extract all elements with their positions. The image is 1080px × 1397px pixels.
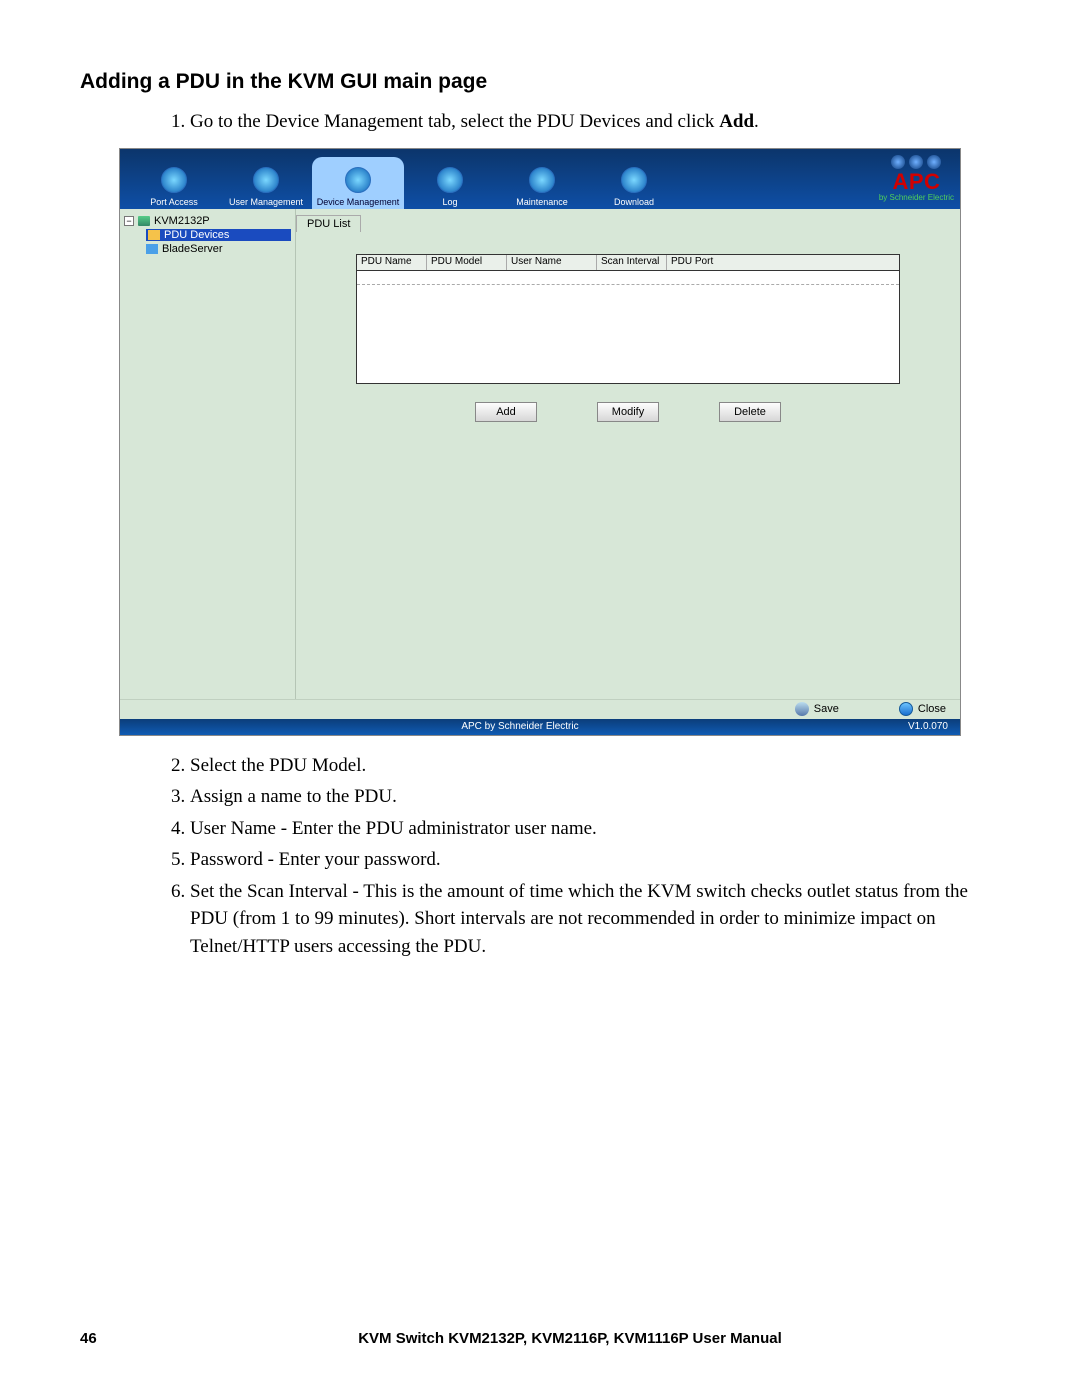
maintenance-icon <box>529 167 555 193</box>
col-user-name[interactable]: User Name <box>507 255 597 270</box>
instructions-list: Go to the Device Management tab, select … <box>80 108 1000 136</box>
step-6: Set the Scan Interval - This is the amou… <box>190 878 1000 961</box>
tab-label: Port Access <box>150 197 198 207</box>
close-icon <box>899 702 913 716</box>
step-5: Password - Enter your password. <box>190 846 1000 874</box>
folder-icon <box>148 230 160 240</box>
version-text: V1.0.070 <box>908 721 948 732</box>
col-scan-interval[interactable]: Scan Interval <box>597 255 667 270</box>
step-4: User Name - Enter the PDU administrator … <box>190 815 1000 843</box>
control-icon[interactable] <box>891 155 905 169</box>
step-3: Assign a name to the PDU. <box>190 783 1000 811</box>
tab-label: Download <box>614 197 654 207</box>
control-icon[interactable] <box>909 155 923 169</box>
port-access-icon <box>161 167 187 193</box>
tab-port-access[interactable]: Port Access <box>128 157 220 209</box>
col-pdu-model[interactable]: PDU Model <box>427 255 507 270</box>
sidebar-item-pdu-devices[interactable]: PDU Devices <box>146 229 291 241</box>
subtab-pdu-list[interactable]: PDU List <box>296 215 361 232</box>
download-icon <box>621 167 647 193</box>
brand-sub: by Schneider Electric <box>879 193 954 202</box>
tab-download[interactable]: Download <box>588 157 680 209</box>
delete-button[interactable]: Delete <box>719 402 781 422</box>
page-number: 46 <box>80 1330 140 1347</box>
pdu-table-body[interactable] <box>357 271 899 383</box>
status-center-text: APC by Schneider Electric <box>132 721 908 732</box>
collapse-icon[interactable]: − <box>124 216 134 226</box>
nav-tabs: Port Access User Management Device Manag… <box>120 149 680 209</box>
tree-item-label: PDU Devices <box>164 229 229 241</box>
tab-label: Device Management <box>317 197 400 207</box>
tree-root[interactable]: − KVM2132P <box>124 215 291 227</box>
sidebar-item-bladeserver[interactable]: BladeServer <box>146 243 291 255</box>
tab-label: Maintenance <box>516 197 568 207</box>
modify-button[interactable]: Modify <box>597 402 659 422</box>
close-label: Close <box>918 703 946 715</box>
tab-label: User Management <box>229 197 303 207</box>
manual-title: KVM Switch KVM2132P, KVM2116P, KVM1116P … <box>140 1330 1000 1347</box>
step-1: Go to the Device Management tab, select … <box>190 108 1000 136</box>
user-management-icon <box>253 167 279 193</box>
tree-sidebar: − KVM2132P PDU Devices BladeServer <box>120 209 296 699</box>
save-label: Save <box>814 703 839 715</box>
log-icon <box>437 167 463 193</box>
step-1-text: Go to the Device Management tab, select … <box>190 111 719 132</box>
status-bar: APC by Schneider Electric V1.0.070 <box>120 719 960 735</box>
step-1-bold: Add <box>719 111 754 132</box>
save-icon <box>795 702 809 716</box>
save-button[interactable]: Save <box>795 702 839 716</box>
step-1-post: . <box>754 111 759 132</box>
header-control-icons <box>891 155 941 169</box>
server-icon <box>146 244 158 254</box>
kvm-icon <box>138 216 150 226</box>
add-button[interactable]: Add <box>475 402 537 422</box>
tab-maintenance[interactable]: Maintenance <box>496 157 588 209</box>
table-row[interactable] <box>357 271 899 285</box>
col-pdu-name[interactable]: PDU Name <box>357 255 427 270</box>
button-row: Add Modify Delete <box>356 402 900 422</box>
page-footer: 46 KVM Switch KVM2132P, KVM2116P, KVM111… <box>80 1330 1000 1347</box>
app-header: Port Access User Management Device Manag… <box>120 149 960 209</box>
pdu-table-header: PDU Name PDU Model User Name Scan Interv… <box>357 255 899 271</box>
section-heading: Adding a PDU in the KVM GUI main page <box>80 70 1000 94</box>
tree-item-label: BladeServer <box>162 243 223 255</box>
tab-log[interactable]: Log <box>404 157 496 209</box>
bottom-bar: Save Close <box>120 699 960 719</box>
pdu-table: PDU Name PDU Model User Name Scan Interv… <box>356 254 900 384</box>
tab-device-management[interactable]: Device Management <box>312 157 404 209</box>
tab-label: Log <box>442 197 457 207</box>
kvm-gui-screenshot: Port Access User Management Device Manag… <box>119 148 961 736</box>
tree-root-label: KVM2132P <box>154 215 210 227</box>
control-icon[interactable] <box>927 155 941 169</box>
device-management-icon <box>345 167 371 193</box>
logo-area: APC by Schneider Electric <box>879 149 954 209</box>
col-pdu-port[interactable]: PDU Port <box>667 255 899 270</box>
tab-user-management[interactable]: User Management <box>220 157 312 209</box>
close-button[interactable]: Close <box>899 702 946 716</box>
instructions-list-cont: Select the PDU Model. Assign a name to t… <box>80 752 1000 961</box>
brand-logo: APC <box>892 171 940 193</box>
step-2: Select the PDU Model. <box>190 752 1000 780</box>
content-panel: PDU List PDU Name PDU Model User Name Sc… <box>296 209 960 699</box>
